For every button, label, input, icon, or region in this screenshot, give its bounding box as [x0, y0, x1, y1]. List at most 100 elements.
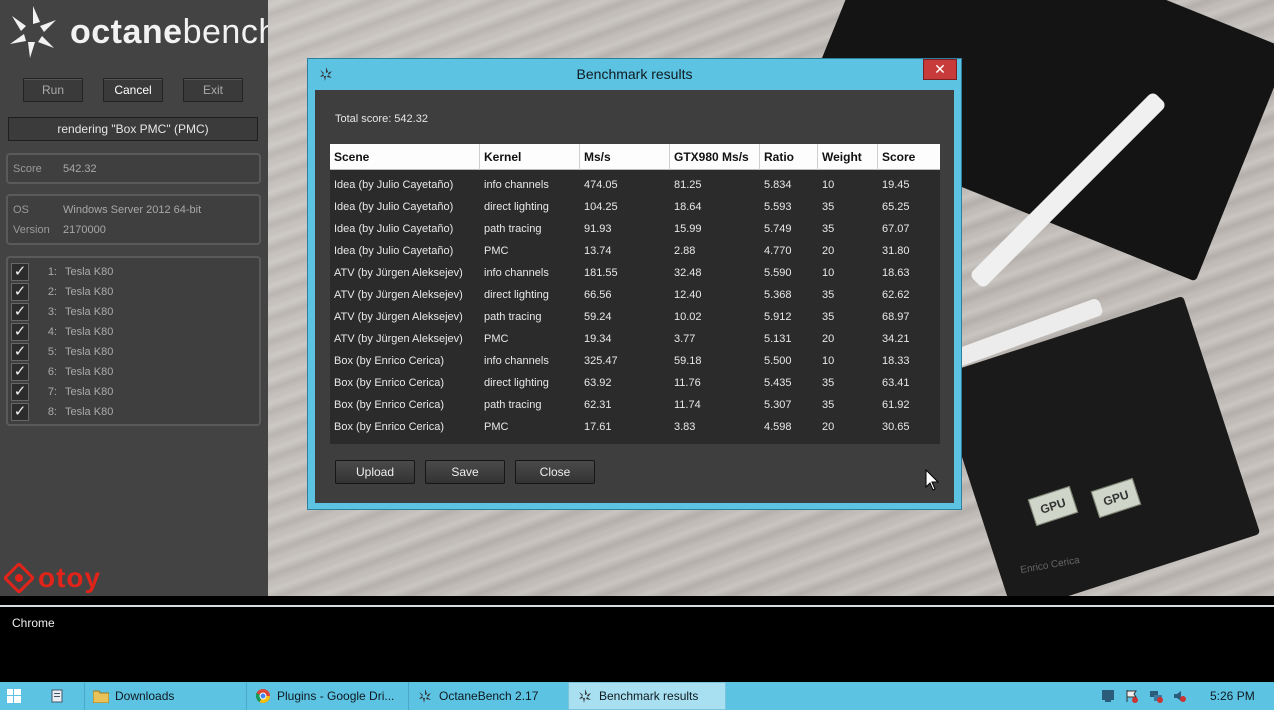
- os-label: OS: [13, 204, 29, 216]
- gpu-checkbox[interactable]: ✓: [11, 263, 29, 281]
- taskbar-item-chrome[interactable]: Plugins - Google Dri...: [246, 682, 404, 710]
- cell-scene: Idea (by Julio Cayetaño): [334, 245, 454, 257]
- cell-kernel: direct lighting: [484, 377, 549, 389]
- cell-weight: 35: [822, 289, 835, 301]
- gpu-row: ✓ 4: Tesla K80: [11, 322, 113, 342]
- taskbar-item-label: Downloads: [115, 689, 175, 703]
- table-row[interactable]: Idea (by Julio Cayetaño) PMC 13.74 2.88 4.77…: [330, 240, 940, 262]
- cell-kernel: path tracing: [484, 311, 542, 323]
- cell-scene: Box (by Enrico Cerica): [334, 399, 445, 411]
- cell-ratio: 5.307: [764, 399, 792, 411]
- taskbar-item-octanebench[interactable]: OctaneBench 2.17: [408, 682, 566, 710]
- dialog-title-bar[interactable]: Benchmark results: [308, 59, 961, 89]
- cell-mss: 13.74: [584, 245, 612, 257]
- score-label: Score: [13, 163, 42, 175]
- cancel-button[interactable]: Cancel: [103, 78, 163, 102]
- upload-button[interactable]: Upload: [335, 460, 415, 484]
- start-button[interactable]: [0, 682, 28, 710]
- cell-weight: 20: [822, 245, 835, 257]
- save-button[interactable]: Save: [425, 460, 505, 484]
- server-manager-button[interactable]: [44, 682, 72, 710]
- gpu-row: ✓ 3: Tesla K80: [11, 302, 113, 322]
- column-header-ratio[interactable]: Ratio: [760, 144, 818, 170]
- console-area: Chrome: [0, 605, 1274, 682]
- show-desktop-icon[interactable]: [1100, 688, 1116, 704]
- cell-score: 62.62: [882, 289, 910, 301]
- close-button[interactable]: Close: [515, 460, 595, 484]
- table-row[interactable]: Idea (by Julio Cayetaño) path tracing 91.9…: [330, 218, 940, 240]
- taskbar-item-downloads[interactable]: Downloads: [84, 682, 242, 710]
- column-header-gtx980[interactable]: GTX980 Ms/s: [670, 144, 760, 170]
- gpu-checkbox[interactable]: ✓: [11, 303, 29, 321]
- cell-ratio: 5.500: [764, 355, 792, 367]
- exit-button[interactable]: Exit: [183, 78, 243, 102]
- table-row[interactable]: Box (by Enrico Cerica) direct lighting 63.…: [330, 372, 940, 394]
- table-row[interactable]: Idea (by Julio Cayetaño) direct lighting 1…: [330, 196, 940, 218]
- cell-kernel: PMC: [484, 245, 509, 257]
- run-button[interactable]: Run: [23, 78, 83, 102]
- column-header-score[interactable]: Score: [878, 144, 940, 170]
- server-manager-icon: [51, 689, 63, 703]
- cell-scene: Box (by Enrico Cerica): [334, 355, 445, 367]
- gpu-checkbox[interactable]: ✓: [11, 363, 29, 381]
- gpu-checkbox[interactable]: ✓: [11, 343, 29, 361]
- table-row[interactable]: ATV (by Jürgen Aleksejev) direct lighting…: [330, 284, 940, 306]
- logo-text: octanebench: [70, 12, 278, 51]
- gpu-number: 3:: [47, 306, 57, 318]
- gpu-checkbox[interactable]: ✓: [11, 283, 29, 301]
- cell-scene: Idea (by Julio Cayetaño): [334, 179, 454, 191]
- column-header-weight[interactable]: Weight: [818, 144, 878, 170]
- gpu-number: 6:: [47, 366, 57, 378]
- table-row[interactable]: Box (by Enrico Cerica) PMC 17.61 3.83 4.598 2…: [330, 416, 940, 438]
- folder-icon: [93, 688, 109, 704]
- table-row[interactable]: Idea (by Julio Cayetaño) info channels 474…: [330, 174, 940, 196]
- cell-ratio: 5.368: [764, 289, 792, 301]
- gpu-checkbox[interactable]: ✓: [11, 323, 29, 341]
- gpu-number: 1:: [47, 266, 57, 278]
- version-value: 2170000: [63, 224, 106, 236]
- volume-muted-icon[interactable]: [1172, 688, 1188, 704]
- chrome-icon: [255, 688, 271, 704]
- cell-gtx980-mss: 15.99: [674, 223, 702, 235]
- action-center-flag-icon[interactable]: [1124, 688, 1140, 704]
- dialog-body: Total score: 542.32 Scene Kernel Ms/s GT…: [315, 90, 954, 503]
- cell-ratio: 4.598: [764, 421, 792, 433]
- cell-ratio: 5.912: [764, 311, 792, 323]
- cell-score: 63.41: [882, 377, 910, 389]
- cell-mss: 19.34: [584, 333, 612, 345]
- table-row[interactable]: Box (by Enrico Cerica) path tracing 62.31 1…: [330, 394, 940, 416]
- taskbar-clock[interactable]: 5:26 PM: [1210, 682, 1255, 710]
- gpu-checkbox[interactable]: ✓: [11, 403, 29, 421]
- table-row[interactable]: Box (by Enrico Cerica) info channels 325.4…: [330, 350, 940, 372]
- table-row[interactable]: ATV (by Jürgen Aleksejev) PMC 19.34 3.77 5.1…: [330, 328, 940, 350]
- cell-weight: 35: [822, 223, 835, 235]
- system-tray: [1100, 682, 1196, 710]
- taskbar-item-benchmark-results[interactable]: Benchmark results: [568, 682, 726, 710]
- cell-gtx980-mss: 18.64: [674, 201, 702, 213]
- column-header-mss[interactable]: Ms/s: [580, 144, 670, 170]
- cell-score: 31.80: [882, 245, 910, 257]
- cell-ratio: 5.749: [764, 223, 792, 235]
- dialog-close-icon[interactable]: ✕: [923, 59, 957, 80]
- gpu-row: ✓ 5: Tesla K80: [11, 342, 113, 362]
- cell-kernel: path tracing: [484, 223, 542, 235]
- table-row[interactable]: ATV (by Jürgen Aleksejev) path tracing 59.…: [330, 306, 940, 328]
- cell-score: 68.97: [882, 311, 910, 323]
- network-icon[interactable]: [1148, 688, 1164, 704]
- cell-weight: 35: [822, 311, 835, 323]
- gpu-checkbox[interactable]: ✓: [11, 383, 29, 401]
- gpu-row: ✓ 6: Tesla K80: [11, 362, 113, 382]
- gpu-row: ✓ 7: Tesla K80: [11, 382, 113, 402]
- cell-scene: ATV (by Jürgen Aleksejev): [334, 267, 463, 279]
- cell-gtx980-mss: 2.88: [674, 245, 696, 257]
- cell-kernel: PMC: [484, 421, 509, 433]
- cell-mss: 91.93: [584, 223, 612, 235]
- cell-kernel: direct lighting: [484, 201, 549, 213]
- gpu-name: Tesla K80: [65, 266, 114, 278]
- dialog-title: Benchmark results: [576, 66, 693, 82]
- column-header-scene[interactable]: Scene: [330, 144, 480, 170]
- table-row[interactable]: ATV (by Jürgen Aleksejev) info channels 18…: [330, 262, 940, 284]
- cell-kernel: info channels: [484, 179, 549, 191]
- cell-gtx980-mss: 11.74: [674, 399, 701, 411]
- column-header-kernel[interactable]: Kernel: [480, 144, 580, 170]
